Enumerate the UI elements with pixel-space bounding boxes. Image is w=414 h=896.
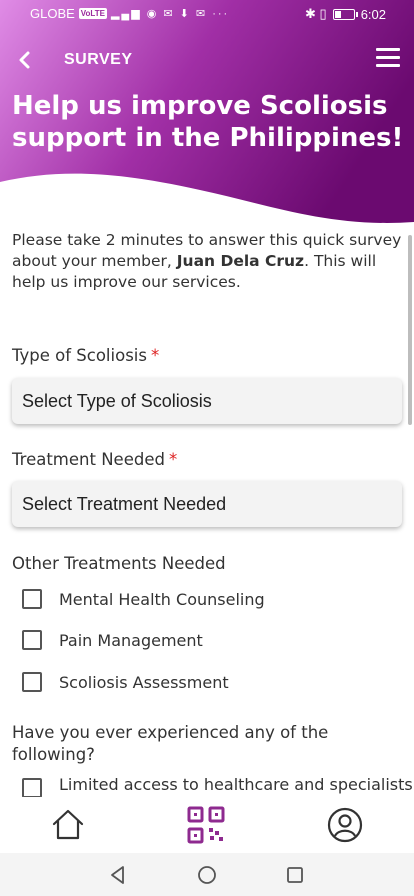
checkbox-pain-management[interactable]: Pain Management (22, 628, 203, 652)
other-treatments-label: Other Treatments Needed (12, 554, 226, 573)
required-marker: * (150, 346, 160, 365)
system-home-button[interactable] (195, 863, 219, 887)
checkbox-box[interactable] (22, 672, 42, 692)
type-of-scoliosis-select[interactable]: Select Type of Scoliosis (12, 378, 402, 424)
type-of-scoliosis-label: Type of Scoliosis * (12, 346, 159, 365)
carrier-name: GLOBE (30, 6, 75, 21)
checkbox-label: Mental Health Counseling (59, 589, 265, 609)
home-icon (52, 809, 84, 840)
survey-intro: Please take 2 minutes to answer this qui… (12, 230, 407, 293)
bluetooth-vibrate-icons: ✱ ▯ (305, 6, 327, 21)
notification-icons: ▂▄▆ ◉ ✉ ⬇ ✉ ··· (110, 8, 230, 20)
bottom-navigation (0, 797, 414, 853)
checkbox-limited-access[interactable]: Limited access to healthcare and special… (22, 775, 414, 797)
type-label-text: Type of Scoliosis (12, 346, 147, 365)
app-bar: SURVEY (0, 40, 414, 80)
treatment-label-text: Treatment Needed (12, 450, 165, 469)
system-navigation-bar (0, 853, 414, 896)
checkbox-box[interactable] (22, 778, 42, 797)
survey-header: GLOBE VoLTE ▂▄▆ ◉ ✉ ⬇ ✉ ··· ✱ ▯ 6:02 SUR… (0, 0, 414, 235)
checkbox-label: Scoliosis Assessment (59, 672, 229, 692)
checkbox-mental-health-counseling[interactable]: Mental Health Counseling (22, 587, 265, 611)
page-title: SURVEY (64, 51, 133, 68)
hamburger-line (376, 56, 400, 59)
checkbox-box[interactable] (22, 630, 42, 650)
experience-question: Have you ever experienced any of the fol… (12, 723, 329, 764)
nav-qr-code[interactable] (186, 805, 226, 845)
system-recents-button[interactable] (283, 863, 307, 887)
back-button[interactable] (12, 46, 40, 74)
square-recents-icon (287, 867, 303, 883)
chevron-left-icon (19, 51, 30, 69)
status-bar: GLOBE VoLTE ▂▄▆ ◉ ✉ ⬇ ✉ ··· ✱ ▯ 6:02 (0, 0, 414, 28)
member-name: Juan Dela Cruz (176, 252, 305, 270)
clock: 6:02 (360, 6, 386, 22)
network-badge: VoLTE (78, 8, 107, 19)
survey-headline: Help us improve Scoliosis support in the… (12, 91, 404, 153)
checkbox-label: Limited access to healthcare and special… (59, 775, 413, 794)
checkbox-scoliosis-assessment[interactable]: Scoliosis Assessment (22, 670, 229, 694)
profile-icon (327, 807, 363, 843)
nav-home[interactable] (48, 805, 88, 845)
hamburger-line (376, 48, 400, 51)
scrollbar-thumb[interactable] (408, 235, 412, 425)
battery-icon (332, 8, 358, 20)
checkbox-label: Pain Management (59, 630, 203, 650)
system-back-button[interactable] (106, 863, 130, 887)
menu-button[interactable] (376, 48, 400, 70)
checkbox-box[interactable] (22, 589, 42, 609)
triangle-back-icon (111, 866, 124, 884)
nav-profile[interactable] (325, 805, 365, 845)
treatment-needed-label: Treatment Needed * (12, 450, 177, 469)
qr-code-icon (187, 806, 225, 844)
required-marker: * (168, 450, 178, 469)
circle-home-icon (198, 866, 216, 884)
hamburger-line (376, 64, 400, 67)
treatment-needed-select[interactable]: Select Treatment Needed (12, 481, 402, 527)
